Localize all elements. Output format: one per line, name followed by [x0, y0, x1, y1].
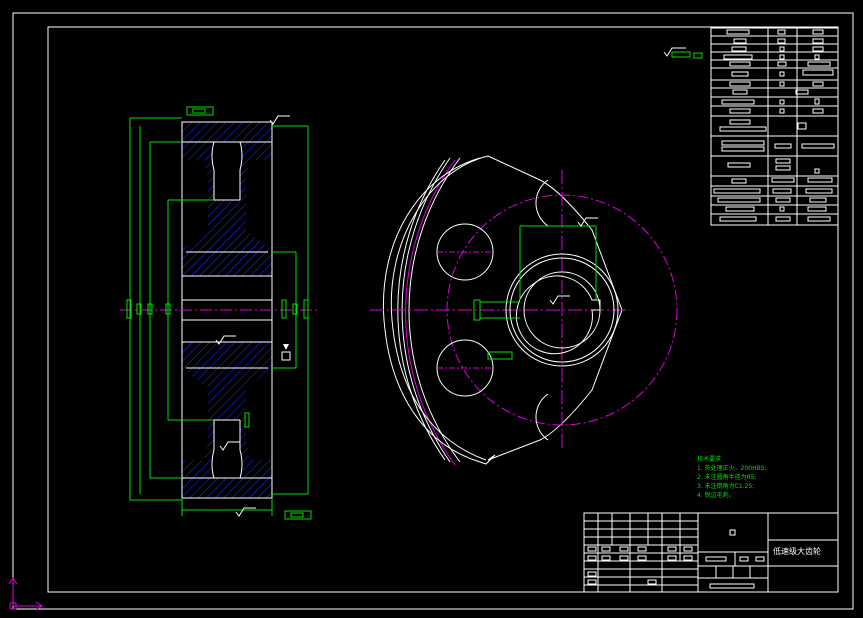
surface-roughness-icon: [215, 115, 290, 517]
cad-drawing-canvas: [8, 12, 854, 611]
outer-frame: [12, 12, 854, 610]
section-view: [120, 106, 320, 520]
tech-note-item: 3. 未注倒角为C1.25;: [697, 483, 755, 490]
parameter-table: [710, 27, 839, 226]
drawing-title: 低速级大齿轮: [773, 547, 821, 556]
front-view: [370, 47, 703, 466]
tech-notes-heading: 技术要求: [697, 456, 722, 463]
ucs-axis-icon: [8, 577, 43, 611]
technical-requirements: 技术要求 1. 热处理正火，200HBS; 2. 未注圆角半径为R5; 3. 未…: [697, 455, 766, 500]
tech-note-item: 1. 热处理正火，200HBS;: [697, 465, 767, 472]
tech-note-item: 2. 未注圆角半径为R5;: [697, 474, 757, 481]
tech-note-item: 4. 锐边毛刺。: [697, 492, 735, 499]
